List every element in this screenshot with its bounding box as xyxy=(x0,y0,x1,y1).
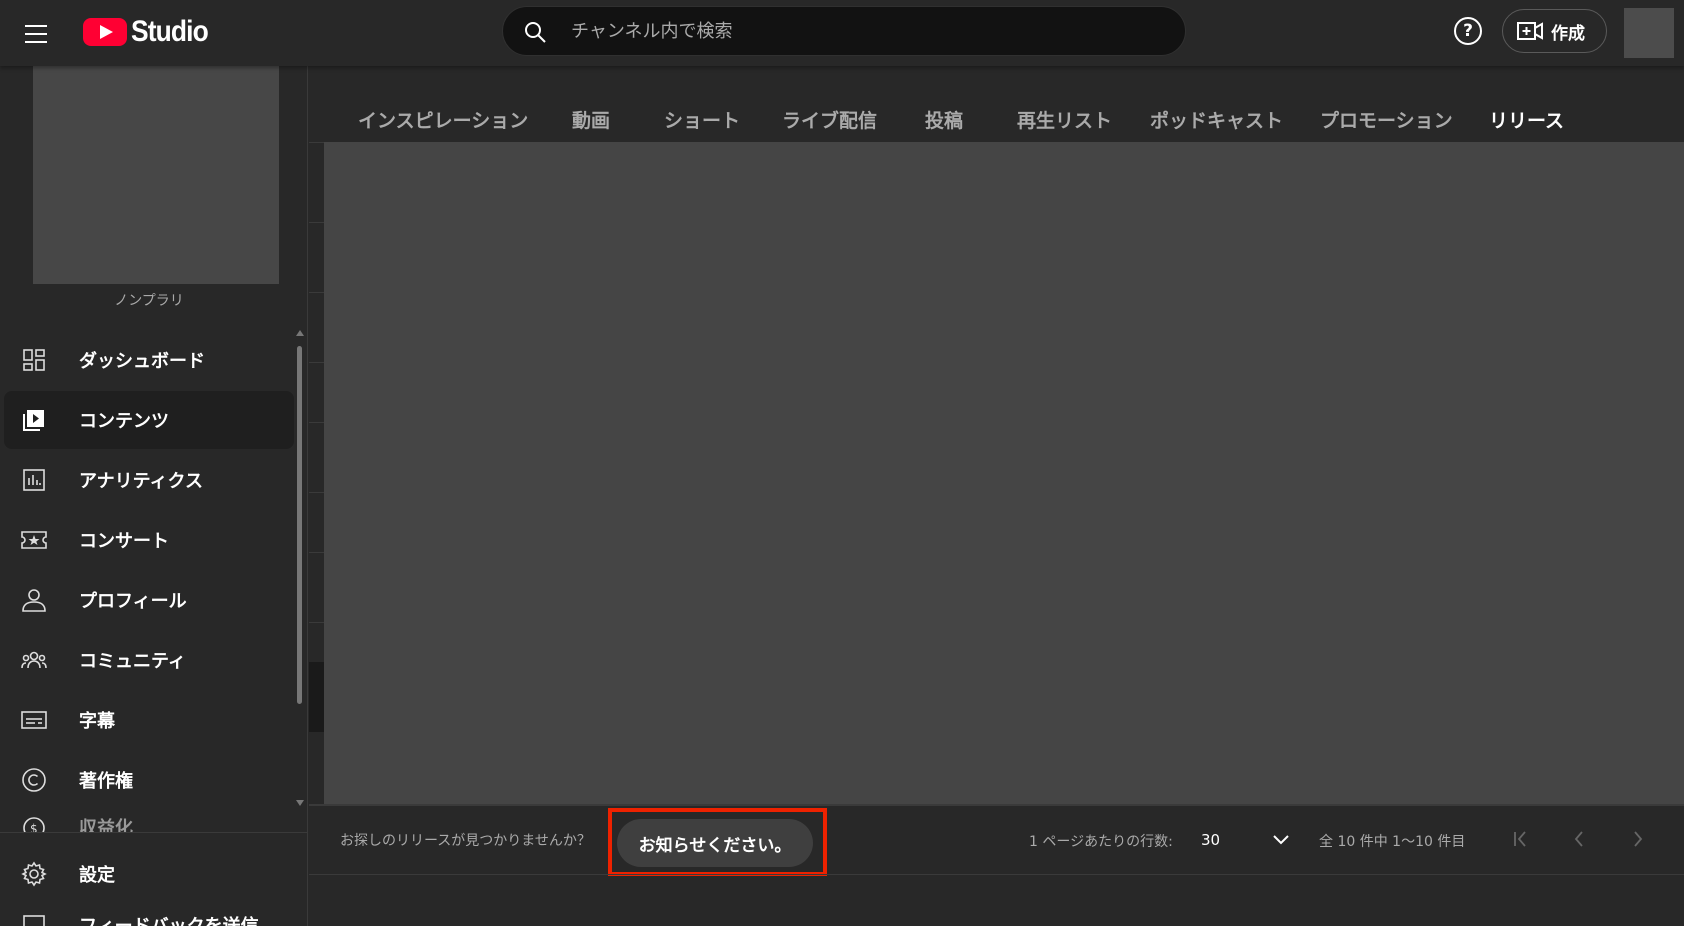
highlight-annotation-box xyxy=(608,808,827,876)
chevron-right-icon xyxy=(1634,831,1643,847)
sidebar-item-label: コミュニティ xyxy=(79,651,186,672)
svg-text:$: $ xyxy=(30,822,38,832)
sidebar-item-label: 字幕 xyxy=(79,711,115,732)
content-tabs: インスピレーション 動画 ショート ライブ配信 投稿 再生リスト ポッドキャスト… xyxy=(324,66,1684,142)
tab-inspiration[interactable]: インスピレーション xyxy=(358,106,528,133)
first-page-button[interactable] xyxy=(1506,824,1536,854)
sidebar-item-monetization[interactable]: $ 収益化 xyxy=(4,806,294,832)
profile-icon xyxy=(20,586,48,614)
content-icon xyxy=(20,406,48,434)
chevron-down-icon xyxy=(1273,835,1289,845)
footer-divider-top xyxy=(309,804,1684,806)
tab-posts[interactable]: 投稿 xyxy=(925,106,963,133)
help-button[interactable]: ? xyxy=(1454,17,1482,45)
rows-per-page-select[interactable]: 30 xyxy=(1201,820,1319,860)
chevron-left-icon xyxy=(1574,831,1583,847)
sidebar-item-label: コンサート xyxy=(79,531,169,552)
top-header: Studio ? 作成 xyxy=(0,0,1684,66)
community-icon xyxy=(20,646,48,674)
search-icon xyxy=(525,22,546,43)
search-input[interactable] xyxy=(571,7,1151,55)
sidebar-item-label: フィードバックを送信 xyxy=(79,912,259,926)
tab-promotions[interactable]: プロモーション xyxy=(1320,106,1453,133)
sidebar-item-profile[interactable]: プロフィール xyxy=(4,571,294,629)
rows-per-page-value: 30 xyxy=(1201,831,1221,849)
tab-live[interactable]: ライブ配信 xyxy=(782,106,877,133)
sidebar-item-label: コンテンツ xyxy=(79,411,169,432)
scroll-up-arrow-icon[interactable] xyxy=(296,330,304,336)
first-page-icon xyxy=(1514,831,1526,847)
account-avatar[interactable] xyxy=(1624,8,1674,58)
channel-name: ノンプラリ xyxy=(114,293,184,309)
logo-text: Studio xyxy=(131,15,209,48)
sidebar-item-community[interactable]: コミュニティ xyxy=(4,631,294,689)
dashboard-icon xyxy=(20,346,48,374)
analytics-icon xyxy=(20,466,48,494)
sidebar-item-label: 著作権 xyxy=(79,771,133,792)
sidebar-item-label: プロフィール xyxy=(79,591,187,612)
create-button[interactable]: 作成 xyxy=(1502,9,1607,53)
search-bar[interactable] xyxy=(502,6,1186,56)
sidebar-item-label: ダッシュボード xyxy=(79,351,205,372)
sidebar-item-label: 収益化 xyxy=(79,818,133,832)
scroll-down-arrow-icon[interactable] xyxy=(296,800,304,806)
main-content: インスピレーション 動画 ショート ライブ配信 投稿 再生リスト ポッドキャスト… xyxy=(309,66,1684,926)
sidebar-item-label: 設定 xyxy=(79,865,115,886)
pagination-range: 全 10 件中 1〜10 件目 xyxy=(1319,834,1466,850)
sidebar-divider xyxy=(0,832,308,833)
create-label: 作成 xyxy=(1551,23,1585,44)
table-footer: お探しのリリースが見つかりませんか？ お知らせください。 1 ページあたりの行数… xyxy=(309,804,1684,926)
releases-content-placeholder xyxy=(324,142,1684,804)
gear-icon xyxy=(20,860,48,888)
tab-videos[interactable]: 動画 xyxy=(572,106,610,133)
sidebar-item-feedback[interactable]: フィードバックを送信 xyxy=(4,904,294,926)
column-divider-strip xyxy=(309,132,324,732)
sidebar-item-dashboard[interactable]: ダッシュボード xyxy=(4,331,294,389)
monetization-icon: $ xyxy=(20,814,48,832)
sidebar-item-copyright[interactable]: 著作権 xyxy=(4,751,294,809)
sidebar-item-settings[interactable]: 設定 xyxy=(4,845,294,903)
subtitles-icon xyxy=(20,706,48,734)
copyright-icon xyxy=(20,766,48,794)
feedback-icon xyxy=(20,912,48,926)
channel-thumbnail[interactable] xyxy=(33,56,279,284)
sidebar-item-concert[interactable]: コンサート xyxy=(4,511,294,569)
tab-podcasts[interactable]: ポッドキャスト xyxy=(1150,106,1283,133)
sidebar: ノンプラリ ダッシュボード コンテンツ アナリティクス コンサート プロフィール… xyxy=(0,56,308,926)
tab-releases[interactable]: リリース xyxy=(1489,106,1564,133)
studio-logo[interactable]: Studio xyxy=(83,13,218,51)
sidebar-item-analytics[interactable]: アナリティクス xyxy=(4,451,294,509)
tab-shorts[interactable]: ショート xyxy=(664,106,740,133)
tab-playlists[interactable]: 再生リスト xyxy=(1017,106,1112,133)
sidebar-item-label: アナリティクス xyxy=(79,471,204,492)
not-found-text: お探しのリリースが見つかりませんか？ xyxy=(340,833,591,849)
ticket-icon xyxy=(20,526,48,554)
hamburger-menu-button[interactable] xyxy=(16,14,56,54)
previous-page-button[interactable] xyxy=(1564,824,1594,854)
help-icon: ? xyxy=(1463,21,1473,41)
sidebar-scrollbar[interactable] xyxy=(296,330,304,810)
youtube-logo-icon xyxy=(83,18,127,46)
sidebar-item-content[interactable]: コンテンツ xyxy=(4,391,294,449)
create-video-icon xyxy=(1517,22,1543,40)
next-page-button[interactable] xyxy=(1623,824,1653,854)
scrollbar-thumb[interactable] xyxy=(297,346,302,704)
sidebar-item-subtitles[interactable]: 字幕 xyxy=(4,691,294,749)
rows-per-page-label: 1 ページあたりの行数: xyxy=(1029,834,1173,850)
footer-divider-bottom xyxy=(309,874,1684,875)
